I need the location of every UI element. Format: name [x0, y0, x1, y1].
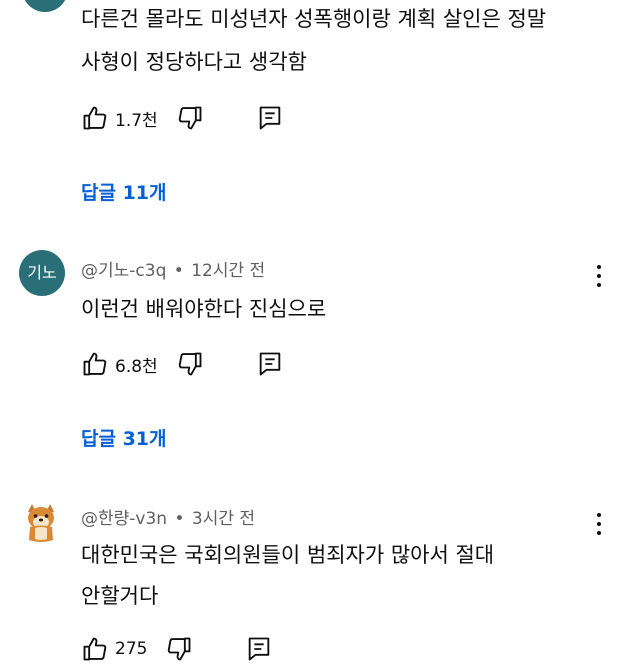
dislike-icon[interactable]	[176, 350, 204, 378]
like-count: 275	[115, 639, 148, 659]
comment-meta: @기노-c3q • 12시간 전	[81, 260, 265, 282]
dislike-icon[interactable]	[165, 635, 193, 663]
replies-link[interactable]: 답글 31개	[81, 424, 167, 451]
dislike-icon[interactable]	[176, 104, 204, 132]
comment-meta: @한량-v3n • 3시간 전	[81, 508, 255, 530]
meta-separator: •	[173, 261, 184, 281]
comment-actions: 6.8천	[81, 347, 284, 381]
author-handle[interactable]: @기노-c3q	[81, 261, 166, 281]
comment-text-line: 다른건 몰라도 미성년자 성폭행이랑 계획 살인은 정말	[81, 7, 547, 31]
like-icon[interactable]	[81, 350, 109, 378]
like-count: 1.7천	[115, 110, 158, 131]
avatar-initials: 기노	[27, 263, 57, 282]
comment-text-line: 안할거다	[81, 584, 159, 608]
dog-avatar-icon	[18, 500, 64, 546]
more-options-icon[interactable]	[594, 513, 604, 539]
comment-actions: 275	[81, 632, 273, 666]
reply-icon[interactable]	[256, 350, 284, 378]
comment-actions: 1.7천	[81, 101, 284, 135]
like-icon[interactable]	[81, 635, 109, 663]
comment-time: 12시간 전	[191, 261, 266, 281]
like-count: 6.8천	[115, 356, 158, 377]
meta-separator: •	[174, 509, 185, 529]
like-icon[interactable]	[81, 104, 109, 132]
replies-link[interactable]: 답글 11개	[81, 178, 167, 205]
comment-time: 3시간 전	[191, 509, 256, 529]
comment-text-line: 이런건 배워야한다 진심으로	[81, 297, 327, 321]
reply-icon[interactable]	[245, 635, 273, 663]
comment-text-line: 대한민국은 국회의원들이 범죄자가 많아서 절대	[81, 543, 495, 567]
author-handle[interactable]: @한량-v3n	[81, 509, 167, 529]
reply-icon[interactable]	[256, 104, 284, 132]
avatar[interactable]: 기노	[19, 250, 65, 296]
avatar[interactable]	[18, 500, 64, 546]
more-options-icon[interactable]	[594, 265, 604, 291]
avatar[interactable]	[22, 0, 68, 12]
comment-text-line: 사형이 정당하다고 생각함	[81, 50, 307, 74]
